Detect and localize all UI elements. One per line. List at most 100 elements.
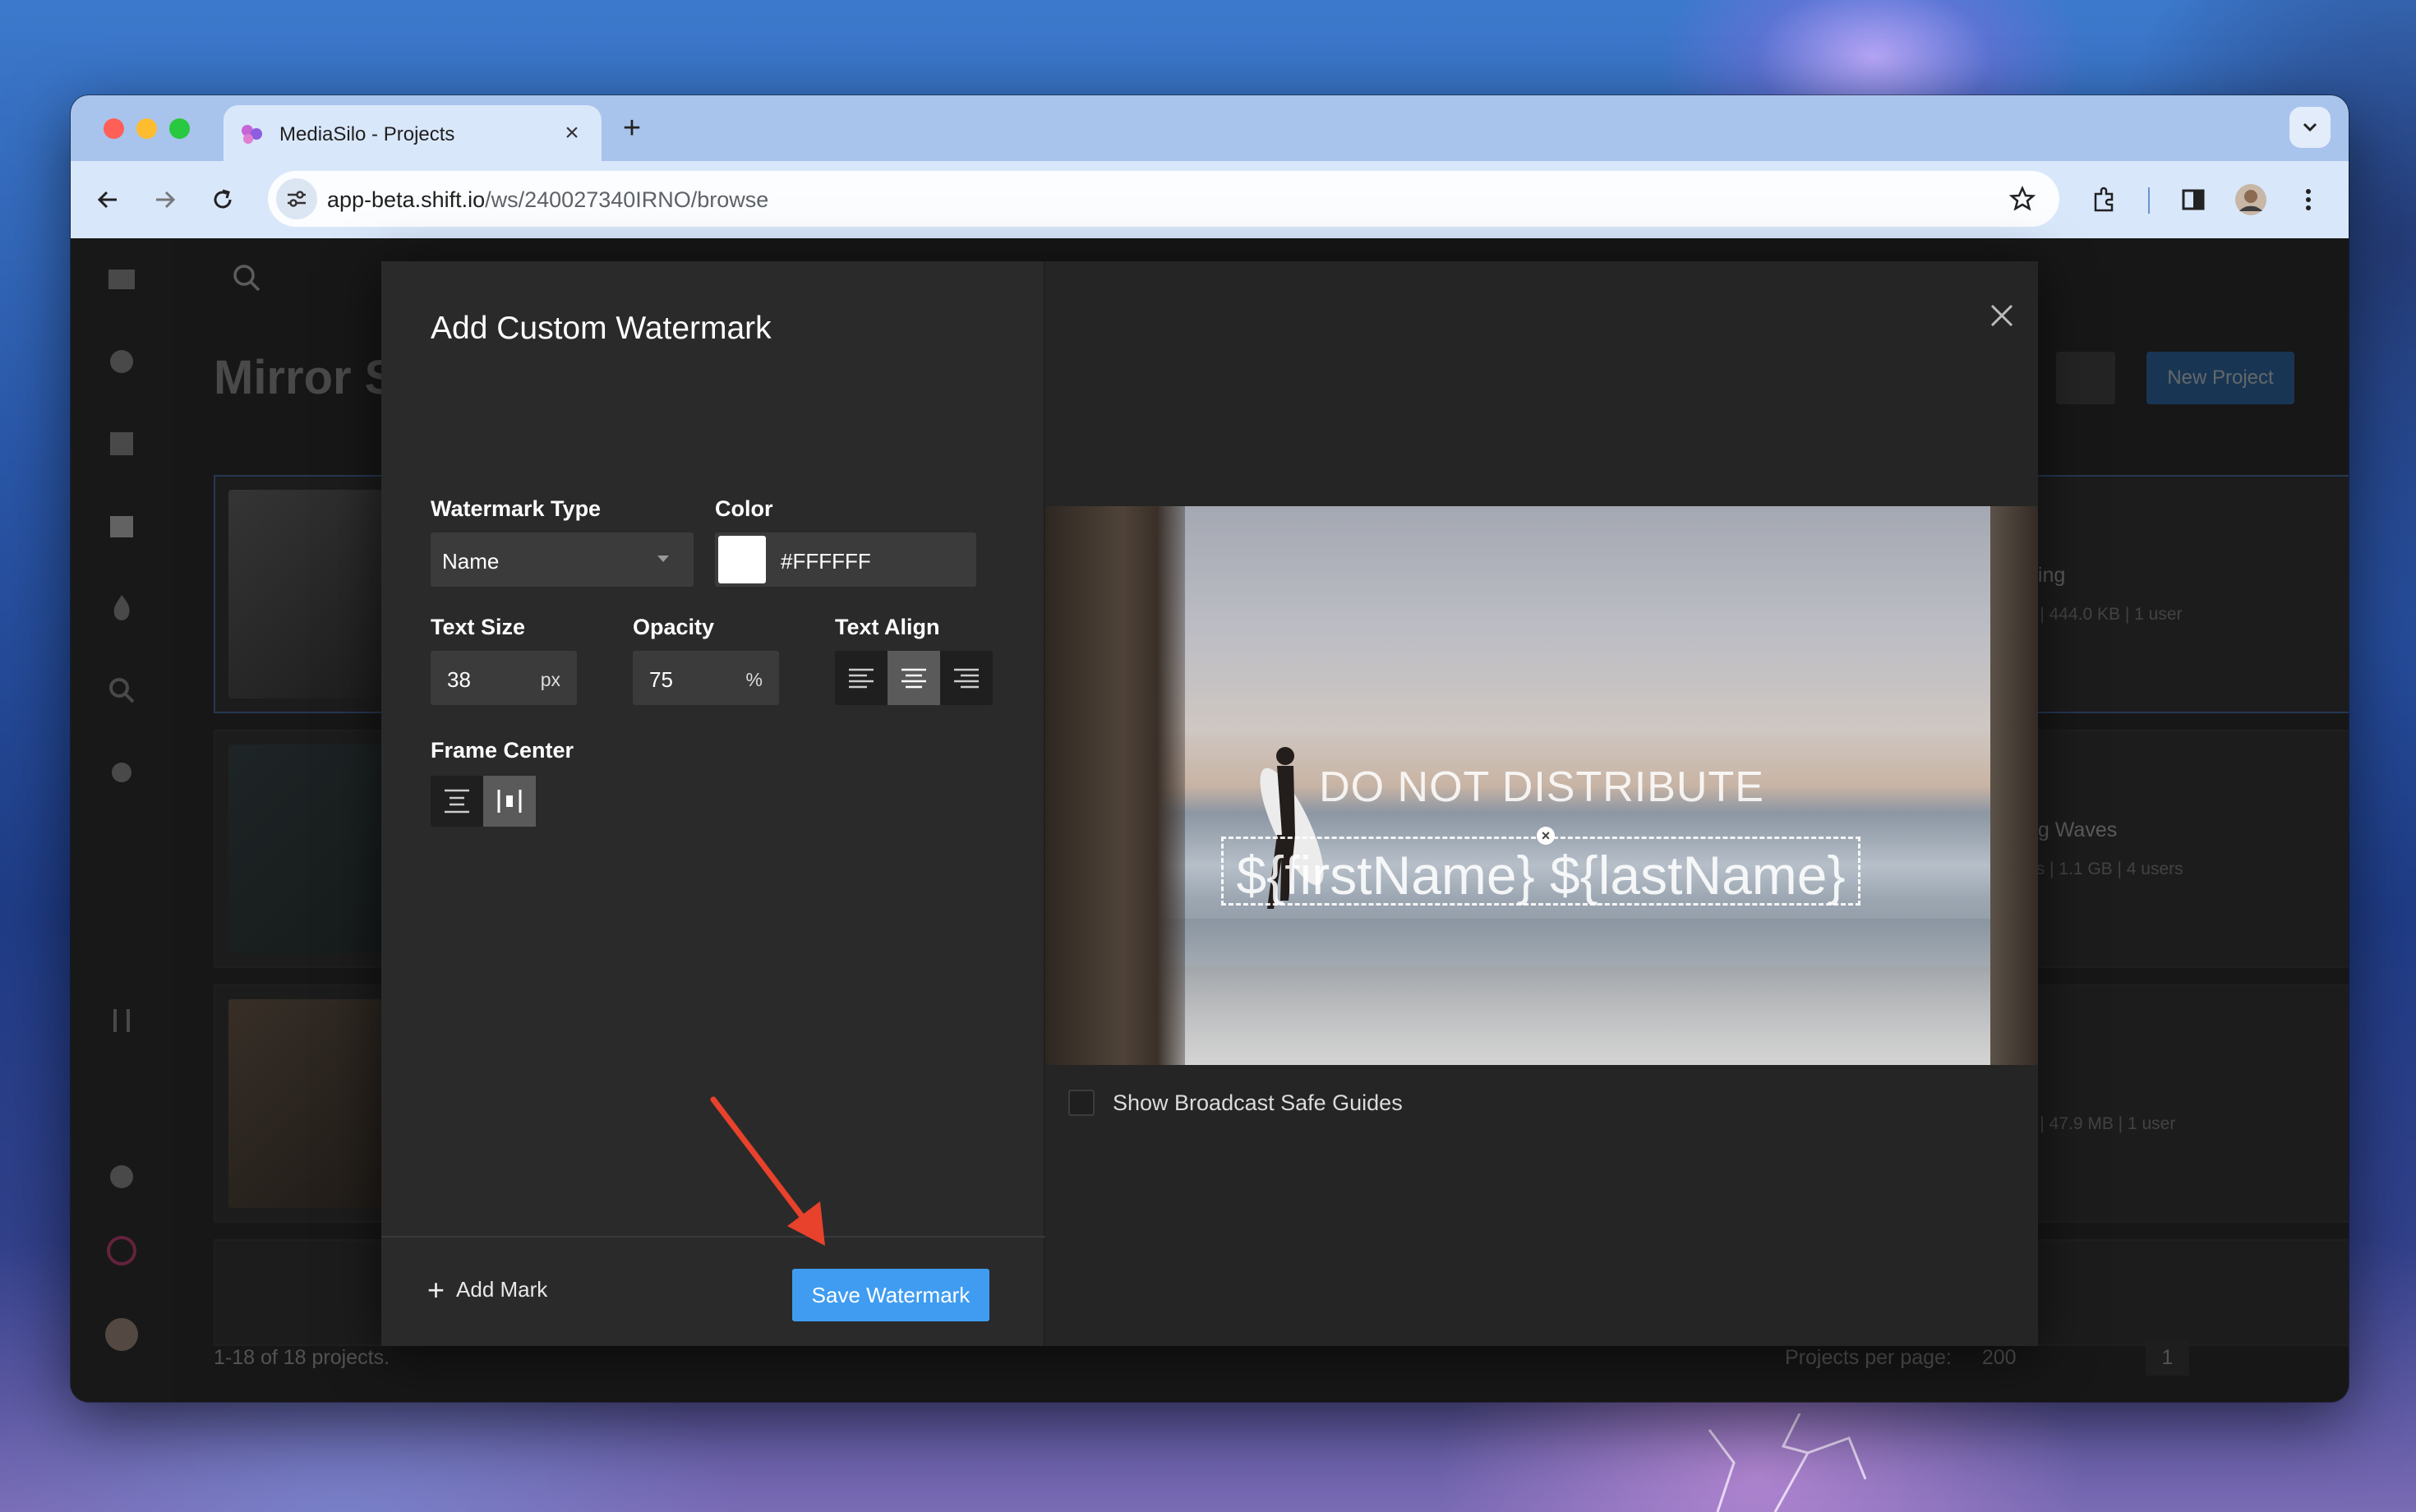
text-align-group <box>835 651 993 705</box>
close-modal-button[interactable] <box>1984 297 2020 334</box>
app-sidebar <box>71 238 173 1402</box>
flame-icon[interactable] <box>104 590 140 626</box>
profile-avatar[interactable] <box>2230 179 2271 220</box>
align-center-icon <box>901 668 926 689</box>
bookmark-star-icon[interactable] <box>2002 178 2043 219</box>
toolbar-divider <box>2148 187 2150 214</box>
align-right-button[interactable] <box>940 651 993 705</box>
align-center-button[interactable] <box>888 651 940 705</box>
text-size-value: 38 <box>447 667 471 692</box>
text-size-input[interactable]: 38 px <box>431 651 577 705</box>
url-text[interactable]: app-beta.shift.io/ws/240027340IRNO/brows… <box>327 187 768 213</box>
align-right-icon <box>954 668 979 689</box>
annotation-arrow <box>710 1096 825 1246</box>
watermark-selection-box[interactable]: ${firstName} ${lastName} <box>1221 837 1860 906</box>
user-avatar-icon[interactable] <box>104 1316 140 1353</box>
back-button[interactable] <box>87 179 128 220</box>
site-settings-icon[interactable] <box>276 178 317 219</box>
browser-tab[interactable]: MediaSilo - Projects × <box>224 105 602 161</box>
brand-logo-icon <box>107 1236 136 1265</box>
color-label: Color <box>715 496 773 521</box>
mail-icon[interactable] <box>104 261 140 297</box>
align-left-button[interactable] <box>835 651 888 705</box>
opacity-label: Opacity <box>633 615 715 639</box>
per-page-select[interactable]: 200 <box>1982 1346 2017 1369</box>
frame-center-vertical-button[interactable] <box>483 776 536 827</box>
text-align-label: Text Align <box>835 615 940 639</box>
help-icon[interactable] <box>104 1159 140 1195</box>
center-horizontal-icon <box>445 789 469 814</box>
project-count: 1-18 of 18 projects. <box>214 1346 390 1369</box>
lightning-bolt <box>1708 1413 1867 1512</box>
save-watermark-button[interactable]: Save Watermark <box>792 1269 989 1321</box>
browser-toolbar: app-beta.shift.io/ws/240027340IRNO/brows… <box>71 161 2349 238</box>
new-project-button[interactable]: New Project <box>2146 352 2294 404</box>
frame-center-horizontal-button[interactable] <box>431 776 483 827</box>
remove-mark-icon[interactable]: × <box>1537 827 1555 845</box>
address-bar[interactable]: app-beta.shift.io/ws/240027340IRNO/brows… <box>268 171 2059 227</box>
opacity-value: 75 <box>649 667 673 692</box>
modal-title: Add Custom Watermark <box>431 311 772 346</box>
beach <box>1045 966 2038 1065</box>
add-mark-label: Add Mark <box>456 1277 548 1302</box>
tab-title: MediaSilo - Projects <box>279 123 455 145</box>
mediasilo-logo-icon <box>242 125 262 144</box>
align-left-icon <box>849 668 874 689</box>
watermark-modal: Add Custom Watermark Watermark Type Name… <box>381 261 2038 1346</box>
forward-button[interactable] <box>145 179 186 220</box>
tab-search-button[interactable] <box>2289 107 2331 148</box>
zoom-window-button[interactable] <box>169 118 190 139</box>
text-size-unit: px <box>540 669 560 690</box>
project-name: ng Waves <box>2026 818 2118 841</box>
page-search-icon[interactable] <box>230 261 263 294</box>
archive-icon[interactable] <box>104 508 140 544</box>
avatar-icon <box>2235 184 2266 215</box>
frame-center-label: Frame Center <box>431 738 574 763</box>
minimize-window-button[interactable] <box>136 118 157 139</box>
watermark-line-1: DO NOT DISTRIBUTE <box>1319 763 1764 811</box>
add-mark-button[interactable]: + Add Mark <box>427 1272 548 1307</box>
dropdown-caret-icon <box>657 555 669 562</box>
url-path: /ws/240027340IRNO/browse <box>485 187 769 212</box>
chart-icon[interactable] <box>104 426 140 462</box>
close-icon <box>1990 304 2013 327</box>
page-title: Mirror S <box>214 351 397 404</box>
reload-button[interactable] <box>202 179 243 220</box>
chevron-down-icon <box>2303 122 2317 132</box>
page-number[interactable]: 1 <box>2145 1339 2190 1376</box>
color-hex-value: #FFFFFF <box>781 549 871 574</box>
puzzle-icon <box>2094 187 2114 212</box>
gear-icon[interactable] <box>104 754 140 791</box>
close-window-button[interactable] <box>104 118 124 139</box>
watermark-type-label: Watermark Type <box>431 496 602 521</box>
color-swatch[interactable] <box>718 536 766 583</box>
project-meta: es | 1.1 GB | 4 users <box>2026 860 2183 878</box>
arrow-right-icon <box>156 191 176 209</box>
project-meta: s | 47.9 MB | 1 user <box>2026 1114 2176 1133</box>
broadcast-guides-checkbox[interactable] <box>1068 1090 1095 1116</box>
plus-icon: + <box>427 1272 445 1307</box>
reload-icon <box>214 189 232 209</box>
side-panel-icon <box>2182 189 2205 210</box>
opacity-unit: % <box>745 669 763 690</box>
browser-menu-button[interactable] <box>2288 179 2329 220</box>
per-page-label: Projects per page: <box>1785 1346 1952 1369</box>
browser-window: MediaSilo - Projects × + app-beta.shift.… <box>71 95 2349 1402</box>
watermark-line-2: ${firstName} ${lastName} <box>1236 845 1846 906</box>
color-input[interactable]: #FFFFFF <box>715 532 976 587</box>
video-preview: DO NOT DISTRIBUTE ${firstName} ${lastNam… <box>1045 506 2038 1065</box>
new-tab-button[interactable]: + <box>613 110 651 148</box>
tab-close-icon[interactable]: × <box>556 117 588 150</box>
watermark-type-select[interactable]: Name <box>431 532 694 587</box>
search-icon[interactable] <box>104 672 140 708</box>
sort-icon[interactable] <box>104 1003 140 1039</box>
broadcast-guides-toggle[interactable]: Show Broadcast Safe Guides <box>1068 1090 1403 1116</box>
watermark-type-value: Name <box>442 549 500 574</box>
extensions-button[interactable] <box>2084 179 2125 220</box>
filter-button[interactable] <box>2056 352 2115 404</box>
side-panel-button[interactable] <box>2173 179 2214 220</box>
opacity-input[interactable]: 75 % <box>633 651 779 705</box>
page-content: Mirror S New Project ding s | 444.0 KB |… <box>71 238 2349 1402</box>
frame-center-group <box>431 776 536 827</box>
clock-icon[interactable] <box>104 343 140 380</box>
